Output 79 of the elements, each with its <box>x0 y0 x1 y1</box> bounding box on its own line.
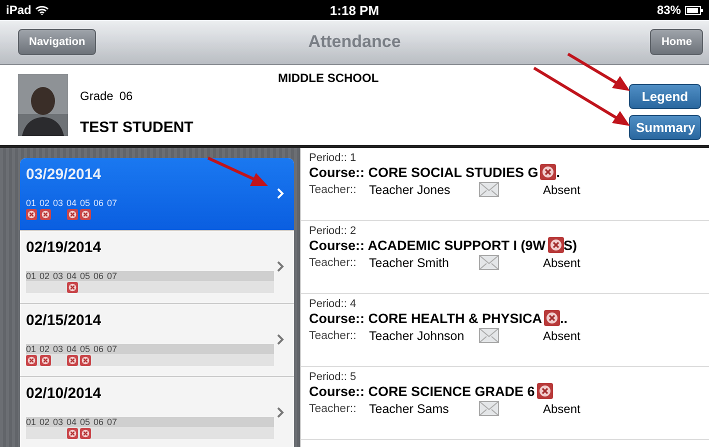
school-name: MIDDLE SCHOOL <box>278 71 379 85</box>
teacher-name: Teacher Jones <box>369 182 452 196</box>
battery-percent: 83% <box>656 3 681 17</box>
period-number: 01 <box>26 344 36 354</box>
back-button[interactable]: Navigation <box>18 29 96 55</box>
header-button[interactable]: Legend <box>629 84 701 109</box>
course-title: Course:: CORE SOCIAL STUDIES G <box>309 164 538 180</box>
period-number: 06 <box>94 344 104 354</box>
teacher-name: Teacher Johnson <box>369 328 466 342</box>
period-number: 07 <box>107 344 118 354</box>
period-number: 04 <box>66 344 77 354</box>
wifi-icon <box>35 5 50 15</box>
chevron-icon <box>277 407 284 418</box>
period-number: 01 <box>26 417 36 427</box>
device-name: iPad <box>6 3 32 17</box>
date-text: 02/10/2014 <box>26 385 102 402</box>
date-text: 02/19/2014 <box>26 239 102 256</box>
period-number: 02 <box>40 417 50 427</box>
period-number: 06 <box>94 417 104 427</box>
attendance-status: Absent <box>543 182 580 196</box>
student-name: TEST STUDENT <box>80 119 194 136</box>
period-number: 06 <box>94 198 104 208</box>
period-number: 04 <box>66 198 77 208</box>
period-number: 06 <box>94 271 104 281</box>
teacher-label: Teacher:: <box>309 256 358 268</box>
period-text: Period:: 5 <box>309 371 358 383</box>
clock-time: 1:18 PM <box>330 2 380 18</box>
period-number: 07 <box>107 417 118 427</box>
period-text: Period:: 2 <box>309 225 358 237</box>
annotation-arrow <box>207 156 268 186</box>
mail-icon[interactable] <box>479 255 499 270</box>
mail-icon[interactable] <box>479 401 499 416</box>
attendance-status: Absent <box>543 328 580 342</box>
date-item[interactable]: 03/29/2014 01 02 03 04 05 06 07 <box>20 158 294 231</box>
period-number: 07 <box>107 271 118 281</box>
period-number: 05 <box>80 417 90 427</box>
period-number: 02 <box>40 344 50 354</box>
chevron-icon <box>277 188 284 199</box>
teacher-label: Teacher:: <box>309 330 358 342</box>
period-number: 03 <box>53 417 64 427</box>
period-number: 05 <box>80 198 90 208</box>
teacher-name: Teacher Smith <box>369 256 450 270</box>
course-title: Course:: ACADEMIC SUPPORT I (9W <box>309 238 546 252</box>
course-title: .. <box>560 310 568 326</box>
grade-label: Grade <box>80 89 114 103</box>
period-text: Period:: 1 <box>309 152 358 164</box>
date-text: 02/15/2014 <box>26 312 102 329</box>
teacher-label: Teacher:: <box>309 402 358 414</box>
mail-icon[interactable] <box>479 182 499 197</box>
attendance-status: Absent <box>543 256 580 270</box>
period-number: 05 <box>80 271 90 281</box>
period-number: 04 <box>66 271 77 281</box>
period-number: 01 <box>26 198 36 208</box>
period-number: 02 <box>40 271 50 281</box>
teacher-label: Teacher:: <box>309 184 358 196</box>
date-text: 03/29/2014 <box>26 166 102 183</box>
period-number: 03 <box>53 271 64 281</box>
period-number: 05 <box>80 344 90 354</box>
course-title: Course:: CORE HEALTH & PHYSICA <box>309 310 542 326</box>
course-title: S) <box>564 238 578 252</box>
grade-value: 06 <box>119 89 133 103</box>
period-number: 04 <box>66 417 77 427</box>
period-number: 03 <box>53 344 64 354</box>
chevron-icon <box>277 334 284 345</box>
mail-icon[interactable] <box>479 328 499 343</box>
page-title: Attendance <box>308 32 401 52</box>
attendance-status: Absent <box>543 402 580 416</box>
course-title: . <box>556 164 560 180</box>
period-number: 07 <box>107 198 118 208</box>
course-title: Course:: CORE SCIENCE GRADE 6 <box>309 384 535 398</box>
period-number: 02 <box>40 198 50 208</box>
period-number: 03 <box>53 198 64 208</box>
period-text: Period:: 4 <box>309 298 358 310</box>
chevron-icon <box>277 261 284 272</box>
battery-icon <box>684 6 703 14</box>
home-button[interactable]: Home <box>650 29 703 55</box>
teacher-name: Teacher Sams <box>369 402 450 416</box>
header-button[interactable]: Summary <box>629 115 701 140</box>
period-number: 01 <box>26 271 36 281</box>
